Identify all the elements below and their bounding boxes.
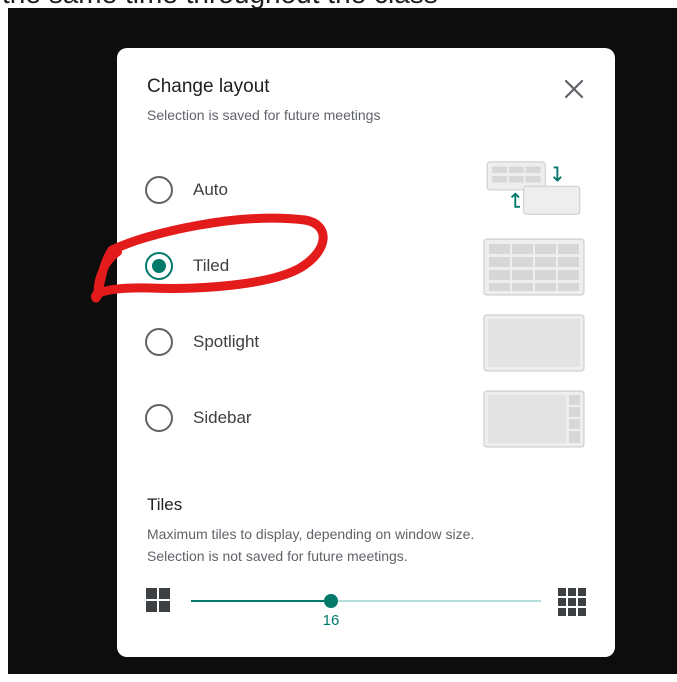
radio-sidebar[interactable] (145, 404, 173, 432)
slider-thumb[interactable] (324, 594, 338, 608)
dialog-subtitle: Selection is saved for future meetings (147, 107, 381, 123)
grid-large-icon (558, 588, 586, 616)
tiled-layout-icon (483, 238, 585, 296)
option-label-spotlight: Spotlight (193, 332, 260, 351)
tiles-description-line-1: Maximum tiles to display, depending on w… (147, 526, 475, 542)
option-label-tiled: Tiled (193, 256, 230, 275)
radio-spotlight[interactable] (145, 328, 173, 356)
close-icon (564, 79, 584, 99)
option-label-auto: Auto (193, 180, 228, 199)
auto-layout-icon (486, 161, 581, 215)
slider-track[interactable] (331, 600, 541, 602)
tiles-description: Maximum tiles to display, depending on w… (147, 523, 474, 567)
spotlight-layout-icon (483, 314, 585, 372)
tiles-slider[interactable] (191, 594, 541, 608)
radio-tiled[interactable] (145, 252, 173, 280)
tiles-description-line-2: Selection is not saved for future meetin… (147, 548, 408, 564)
layout-option-sidebar[interactable]: Sidebar (145, 398, 445, 438)
layout-option-tiled[interactable]: Tiled (145, 246, 445, 286)
dialog-title: Change layout (147, 76, 270, 97)
close-button[interactable] (561, 76, 587, 102)
layout-option-spotlight[interactable]: Spotlight (145, 322, 445, 362)
change-layout-dialog: Change layout Selection is saved for fut… (117, 48, 615, 657)
background-text: the same time throughout the class (0, 0, 677, 8)
tiles-title: Tiles (147, 495, 183, 514)
radio-auto[interactable] (145, 176, 173, 204)
layout-option-auto[interactable]: Auto (145, 170, 445, 210)
slider-value: 16 (322, 612, 340, 629)
slider-track-fill (191, 600, 331, 602)
option-label-sidebar: Sidebar (193, 408, 252, 427)
sidebar-layout-icon (483, 390, 585, 448)
grid-small-icon (146, 588, 170, 612)
